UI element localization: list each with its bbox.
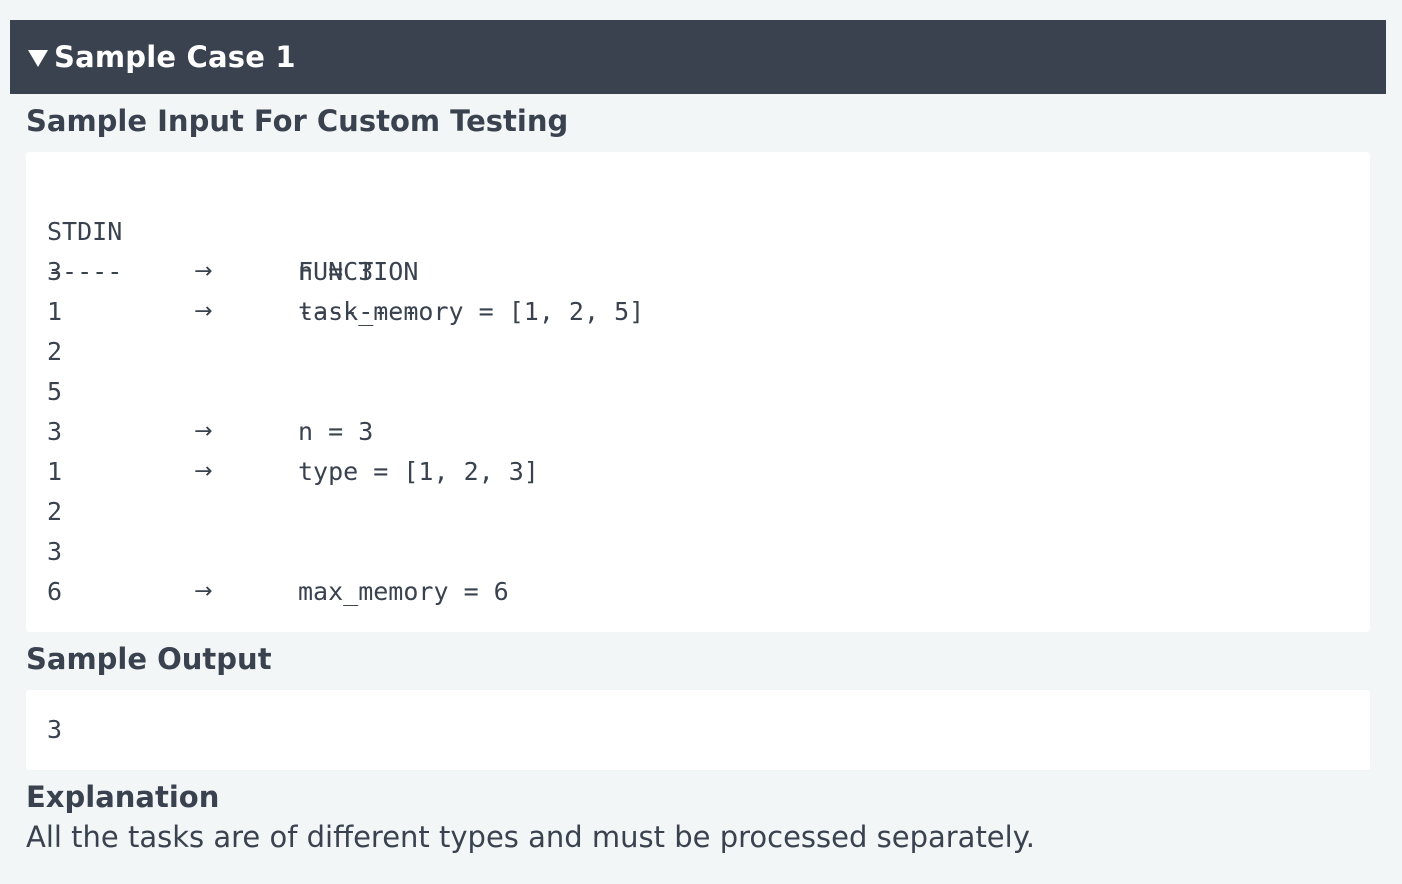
- function-mapping: max_memory = 6: [298, 577, 509, 606]
- input-row: 2: [26, 492, 1370, 532]
- stdin-value: 3: [47, 257, 63, 286]
- explanation-text: All the tasks are of different types and…: [26, 820, 1035, 854]
- stdin-value: 6: [47, 577, 63, 606]
- sample-case-toggle[interactable]: Sample Case 1: [10, 20, 1386, 94]
- input-row: 3 → n = 3: [26, 412, 1370, 452]
- input-row: 1 → type = [1, 2, 3]: [26, 452, 1370, 492]
- arrow-right-icon: →: [194, 259, 213, 284]
- stdin-value: 2: [47, 337, 63, 366]
- input-header-row: STDIN FUNCTION: [26, 172, 1370, 286]
- input-row: 3: [26, 532, 1370, 572]
- input-divider-row: ----- --------: [26, 212, 1370, 326]
- stdin-value: 3: [47, 417, 63, 446]
- stdin-value: 3: [47, 537, 63, 566]
- arrow-right-icon: →: [194, 299, 213, 324]
- stdin-value: 2: [47, 497, 63, 526]
- stdin-value: 5: [47, 377, 63, 406]
- sample-output-heading: Sample Output: [26, 642, 272, 676]
- function-mapping: n = 3: [298, 257, 374, 286]
- stdin-value: 1: [47, 457, 63, 486]
- function-mapping: type = [1, 2, 3]: [298, 457, 539, 486]
- output-value: 3: [47, 715, 63, 744]
- arrow-right-icon: →: [194, 419, 213, 444]
- input-row: 3 → n = 3: [26, 252, 1370, 292]
- input-row: 1 → task_memory = [1, 2, 5]: [26, 292, 1370, 332]
- function-mapping: n = 3: [298, 417, 374, 446]
- explanation-heading: Explanation: [26, 780, 220, 814]
- sample-case-title: Sample Case 1: [54, 40, 296, 74]
- sample-input-block: STDIN FUNCTION ----- -------- 3 → n = 3 1 → t…: [26, 152, 1370, 632]
- sample-output-block: 3: [26, 690, 1370, 770]
- input-row: 5: [26, 372, 1370, 412]
- stdin-value: 1: [47, 297, 63, 326]
- input-row: 6 → max_memory = 6: [26, 572, 1370, 612]
- arrow-right-icon: →: [194, 579, 213, 604]
- function-mapping: task_memory = [1, 2, 5]: [298, 297, 645, 326]
- caret-down-icon: [28, 49, 48, 67]
- sample-input-heading: Sample Input For Custom Testing: [26, 104, 569, 138]
- arrow-right-icon: →: [194, 459, 213, 484]
- input-row: 2: [26, 332, 1370, 372]
